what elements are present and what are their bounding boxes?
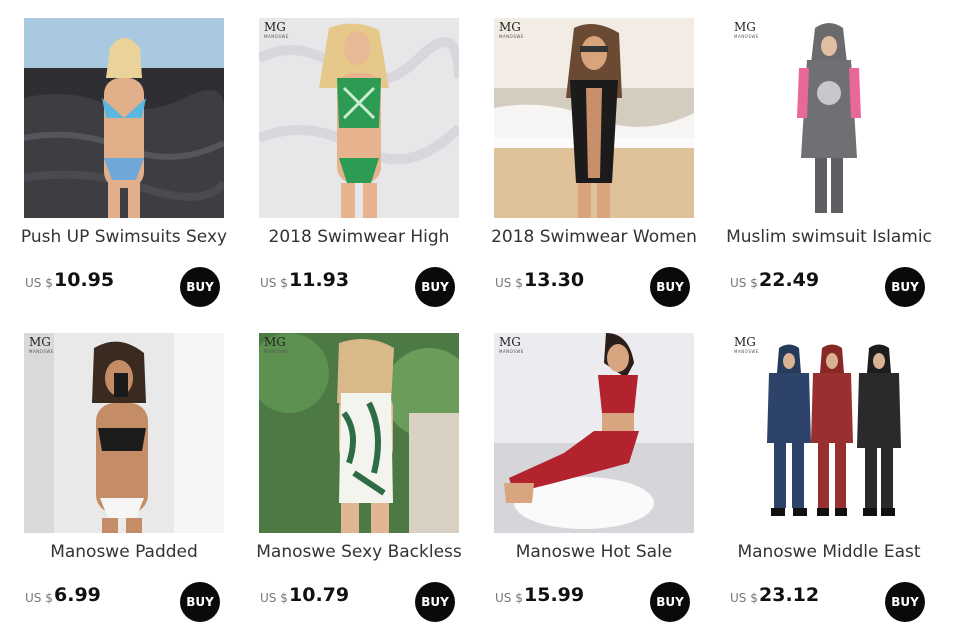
product-title[interactable]: Manoswe Hot Sale (488, 542, 700, 562)
currency-label: US $ (260, 276, 288, 290)
buy-button[interactable]: BUY (885, 267, 925, 307)
product-card[interactable]: MG MANOSWE Muslim swimsuit Islamic US $ 2… (726, 18, 932, 318)
product-title[interactable]: Push UP Swimsuits Sexy (18, 227, 230, 247)
product-image[interactable]: MG MANOSWE (729, 18, 929, 218)
product-image[interactable]: MG MANOSWE (494, 333, 694, 533)
product-image[interactable]: MG MANOSWE (729, 333, 929, 533)
product-card[interactable]: MG MANOSWE Manoswe Hot Sale US $ 15.99 BU… (494, 333, 694, 633)
buy-button[interactable]: BUY (650, 267, 690, 307)
product-image[interactable]: MG MANOSWE (259, 333, 459, 533)
buy-button[interactable]: BUY (415, 582, 455, 622)
brand-logo: MG MANOSWE (264, 335, 289, 354)
product-title[interactable]: Manoswe Sexy Backless (253, 542, 465, 562)
brand-logo: MG MANOSWE (734, 20, 759, 39)
product-card[interactable]: MG MANOSWE 2018 Swimwear Women US $ 13.30… (491, 18, 697, 318)
price-row: US $ 11.93 BUY (259, 267, 459, 307)
product-image[interactable] (24, 18, 224, 218)
product-card[interactable]: MG MANOSWE 2018 Swimwear High US $ 11.93 … (259, 18, 459, 318)
product-price: 22.49 (759, 269, 820, 291)
product-title[interactable]: Manoswe Middle East (723, 542, 935, 562)
buy-button[interactable]: BUY (180, 267, 220, 307)
product-card[interactable]: MG MANOSWE Manoswe Padded US $ 6.99 BUY (24, 333, 224, 633)
currency-label: US $ (25, 591, 53, 605)
product-price: 10.79 (289, 584, 350, 606)
buy-button[interactable]: BUY (885, 582, 925, 622)
product-title[interactable]: Muslim swimsuit Islamic (723, 227, 935, 247)
product-title[interactable]: 2018 Swimwear High (253, 227, 465, 247)
product-title[interactable]: Manoswe Padded (18, 542, 230, 562)
product-price: 11.93 (289, 269, 350, 291)
product-price: 6.99 (54, 584, 101, 606)
buy-button[interactable]: BUY (650, 582, 690, 622)
price-row: US $ 10.95 BUY (24, 267, 224, 307)
currency-label: US $ (730, 591, 758, 605)
product-image[interactable]: MG MANOSWE (24, 333, 224, 533)
brand-logo: MG MANOSWE (499, 20, 524, 39)
price-row: US $ 13.30 BUY (494, 267, 694, 307)
product-card[interactable]: MG MANOSWE Manoswe Middle East US $ 23.12… (729, 333, 929, 633)
buy-button[interactable]: BUY (415, 267, 455, 307)
price-row: US $ 22.49 BUY (729, 267, 929, 307)
brand-logo: MG MANOSWE (264, 20, 289, 39)
product-title[interactable]: 2018 Swimwear Women (488, 227, 700, 247)
brand-logo: MG MANOSWE (499, 335, 524, 354)
currency-label: US $ (495, 591, 523, 605)
price-row: US $ 23.12 BUY (729, 582, 929, 622)
brand-logo: MG MANOSWE (29, 335, 54, 354)
currency-label: US $ (730, 276, 758, 290)
product-price: 13.30 (524, 269, 585, 291)
product-price: 23.12 (759, 584, 820, 606)
product-card[interactable]: MG MANOSWE Manoswe Sexy Backless US $ 10.… (256, 333, 462, 633)
product-price: 10.95 (54, 269, 115, 291)
product-image[interactable]: MG MANOSWE (494, 18, 694, 218)
product-image[interactable]: MG MANOSWE (259, 18, 459, 218)
price-row: US $ 10.79 BUY (259, 582, 459, 622)
buy-button[interactable]: BUY (180, 582, 220, 622)
currency-label: US $ (260, 591, 288, 605)
price-row: US $ 6.99 BUY (24, 582, 224, 622)
brand-logo: MG MANOSWE (734, 335, 759, 354)
currency-label: US $ (495, 276, 523, 290)
product-card[interactable]: Push UP Swimsuits Sexy US $ 10.95 BUY (21, 18, 227, 318)
currency-label: US $ (25, 276, 53, 290)
product-grid: Push UP Swimsuits Sexy US $ 10.95 BUY MG… (0, 0, 958, 638)
product-price: 15.99 (524, 584, 585, 606)
price-row: US $ 15.99 BUY (494, 582, 694, 622)
